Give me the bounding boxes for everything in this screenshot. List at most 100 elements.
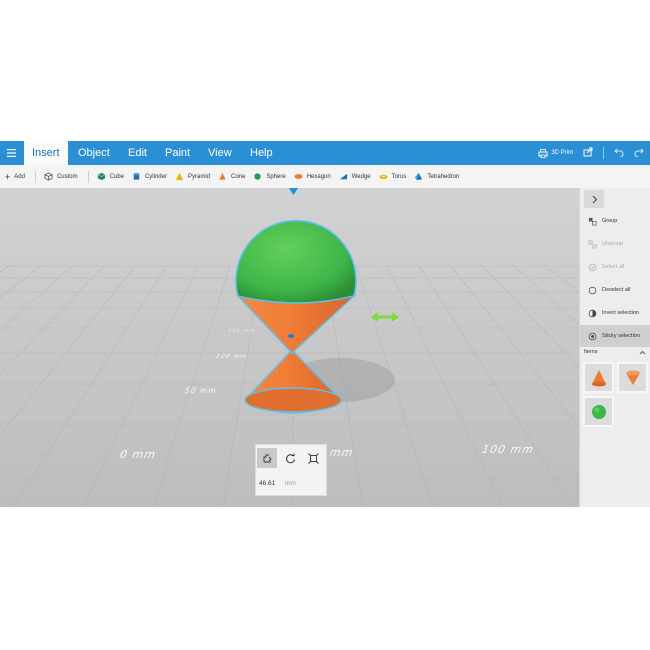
deselect-all-icon [588, 286, 596, 294]
custom-label: Custom [56, 173, 78, 180]
printer-icon [538, 148, 548, 158]
hexagon-icon [294, 174, 303, 179]
shape-label: Hexagon [306, 173, 331, 180]
insert-cone-button[interactable]: Cone [218, 172, 245, 181]
floor-label-mm: mm [328, 446, 355, 459]
shape-label: Cube [109, 173, 124, 180]
chevron-right-icon [592, 195, 597, 203]
cylinder-icon [133, 172, 140, 180]
shape-label: Torus [391, 173, 407, 180]
insert-sphere-button[interactable]: Sphere [253, 172, 286, 181]
shape-label: Wedge [351, 173, 371, 180]
action-icon-wrap [587, 309, 597, 318]
select-all-icon [588, 263, 596, 271]
expand-panel-button[interactable] [584, 190, 604, 208]
sticky-selection-button[interactable]: Sticky selection [580, 325, 650, 347]
action-icon-wrap [587, 263, 597, 272]
tab-object[interactable]: Object [70, 141, 118, 165]
tab-view[interactable]: View [200, 141, 240, 165]
move-icon [263, 454, 272, 462]
invert-selection-icon [588, 309, 596, 317]
torus-icon [379, 174, 388, 180]
action-label: Sticky selection [602, 333, 640, 339]
insert-hexagon-button[interactable]: Hexagon [294, 172, 331, 181]
sphere-icon [591, 404, 606, 419]
shape-label: Tetrahedron [427, 173, 460, 180]
3d-print-button[interactable]: 3D Print [538, 148, 573, 158]
hamburger-menu-icon[interactable] [0, 141, 22, 165]
cube-icon [97, 172, 105, 181]
insert-toolbar: + Add Custom Cube Cylinder Pyramid Cone Sphe… [0, 165, 650, 189]
tab-paint[interactable]: Paint [157, 141, 198, 165]
floor-label-100-right: 100 mm [480, 443, 536, 456]
item-inverted-cone-thumbnail[interactable] [617, 362, 648, 393]
add-label: Add [14, 173, 25, 180]
action-label: Ungroup [602, 241, 624, 247]
transform-panel: 46.61 mm [255, 444, 327, 496]
tab-edit[interactable]: Edit [120, 141, 155, 165]
select-all-button[interactable]: Select all [580, 256, 650, 278]
insert-wedge-button[interactable]: Wedge [339, 172, 371, 181]
action-icon-wrap [587, 332, 597, 341]
toolbar-divider [34, 170, 36, 183]
action-label: Select all [602, 264, 625, 270]
insert-cylinder-button[interactable]: Cylinder [132, 172, 167, 181]
item-sphere-thumbnail[interactable] [583, 396, 614, 427]
action-label: Invert selection [602, 310, 639, 316]
floor-label-150: 150 mm [227, 328, 256, 334]
rotate-icon [285, 453, 295, 463]
action-icon-wrap [587, 286, 597, 295]
custom-shape-icon [44, 172, 53, 181]
scale-icon [307, 452, 319, 464]
action-label: Group [602, 218, 618, 224]
redo-icon[interactable] [634, 147, 644, 159]
sphere-icon [254, 173, 261, 180]
item-cone-thumbnail[interactable] [583, 362, 614, 393]
insert-pyramid-button[interactable]: Pyramid [175, 172, 210, 181]
insert-cube-button[interactable]: Cube [97, 172, 124, 181]
selection-panel: Group Ungroup Select all Deselect all Invert… [579, 188, 650, 507]
ungroup-button[interactable]: Ungroup [580, 233, 650, 255]
dimension-unit: mm [285, 480, 296, 487]
invert-selection-button[interactable]: Invert selection [580, 302, 650, 324]
inverted-cone-icon [625, 370, 640, 385]
insert-torus-button[interactable]: Torus [379, 172, 407, 181]
tetrahedron-icon [415, 172, 423, 181]
share-icon[interactable] [583, 147, 593, 159]
custom-button[interactable]: Custom [44, 172, 78, 181]
deselect-all-button[interactable]: Deselect all [580, 279, 650, 301]
scale-tool-button[interactable] [303, 448, 323, 468]
3d-print-label: 3D Print [551, 150, 573, 156]
group-button[interactable]: Group [580, 210, 650, 232]
pyramid-icon [175, 172, 184, 181]
action-icon-wrap [587, 240, 597, 249]
add-button[interactable]: + Add [5, 172, 25, 182]
floor-label-100-left: 100 mm [215, 353, 248, 360]
chevron-up-icon[interactable] [639, 350, 646, 355]
move-tool-button[interactable] [257, 448, 277, 468]
app-window: Insert Object Edit Paint View Help 3D Pr… [0, 141, 650, 507]
undo-icon[interactable] [614, 147, 624, 159]
tab-help[interactable]: Help [242, 141, 281, 165]
rotate-tool-button[interactable] [280, 448, 300, 468]
items-header: Items [580, 345, 650, 360]
dimension-value[interactable]: 46.61 [259, 480, 275, 487]
insert-tetrahedron-button[interactable]: Tetrahedron [414, 172, 459, 181]
wedge-icon [339, 173, 347, 180]
shape-list: Cube Cylinder Pyramid Cone Sphere Hexagon Wedg… [89, 172, 459, 181]
tab-insert[interactable]: Insert [24, 141, 68, 165]
cone-icon [591, 369, 606, 386]
plus-icon: + [5, 171, 11, 182]
cone-icon [219, 172, 226, 180]
action-icon-wrap [587, 217, 597, 226]
window-tools: 3D Print [538, 141, 644, 165]
action-label: Deselect all [602, 287, 631, 293]
shape-label: Cylinder [144, 173, 167, 180]
floor-label-50: 50 mm [184, 386, 218, 395]
shape-label: Pyramid [187, 173, 210, 180]
shape-label: Sphere [266, 173, 286, 180]
ungroup-icon [588, 240, 596, 248]
shape-label: Cone [231, 173, 246, 180]
group-icon [588, 217, 596, 225]
items-label: Items [584, 349, 598, 355]
